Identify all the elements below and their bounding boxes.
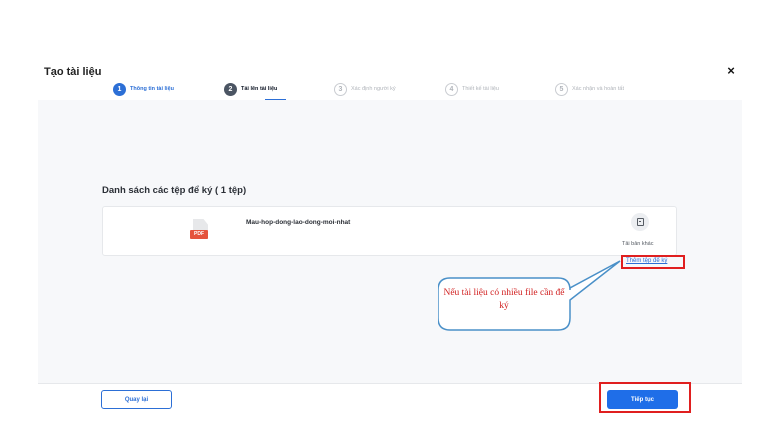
step-3-number: 3 — [334, 82, 347, 96]
back-button[interactable]: Quay lại — [101, 390, 172, 409]
step-3[interactable]: 3 Xác định người ký — [334, 82, 396, 96]
step-2[interactable]: 2 Tải lên tài liệu — [224, 82, 277, 96]
add-file-link[interactable]: Thêm tệp để ký — [626, 258, 667, 264]
pdf-badge: PDF — [190, 230, 208, 239]
reupload-label[interactable]: Tải bản khác — [622, 241, 654, 247]
dialog-title: Tạo tài liệu — [44, 66, 102, 78]
file-list-title: Danh sách các tệp để ký ( 1 tệp) — [102, 185, 247, 196]
step-4[interactable]: 4 Thiết kế tài liệu — [445, 82, 499, 96]
step-5-label: Xác nhận và hoàn tất — [572, 86, 624, 92]
step-4-label: Thiết kế tài liệu — [462, 86, 499, 92]
step-4-number: 4 — [445, 82, 458, 96]
file-card — [102, 206, 677, 256]
step-2-number: 2 — [224, 82, 237, 96]
next-button[interactable]: Tiếp tục — [607, 390, 678, 409]
step-1[interactable]: 1 Thông tin tài liệu — [113, 82, 174, 96]
step-1-number: 1 — [113, 82, 126, 96]
reupload-button[interactable] — [631, 213, 649, 231]
step-2-label: Tải lên tài liệu — [241, 86, 278, 92]
step-3-label: Xác định người ký — [351, 86, 396, 92]
file-replace-icon — [636, 218, 644, 226]
step-1-label: Thông tin tài liệu — [130, 86, 174, 92]
file-name: Mau-hop-dong-lao-dong-moi-nhat — [246, 219, 351, 226]
callout-text: Nếu tài liệu có nhiều file cần để ký — [443, 288, 565, 311]
close-icon[interactable]: × — [724, 64, 738, 78]
step-5-number: 5 — [555, 82, 568, 96]
step-5[interactable]: 5 Xác nhận và hoàn tất — [555, 82, 624, 96]
pdf-file-icon: PDF — [190, 219, 210, 241]
